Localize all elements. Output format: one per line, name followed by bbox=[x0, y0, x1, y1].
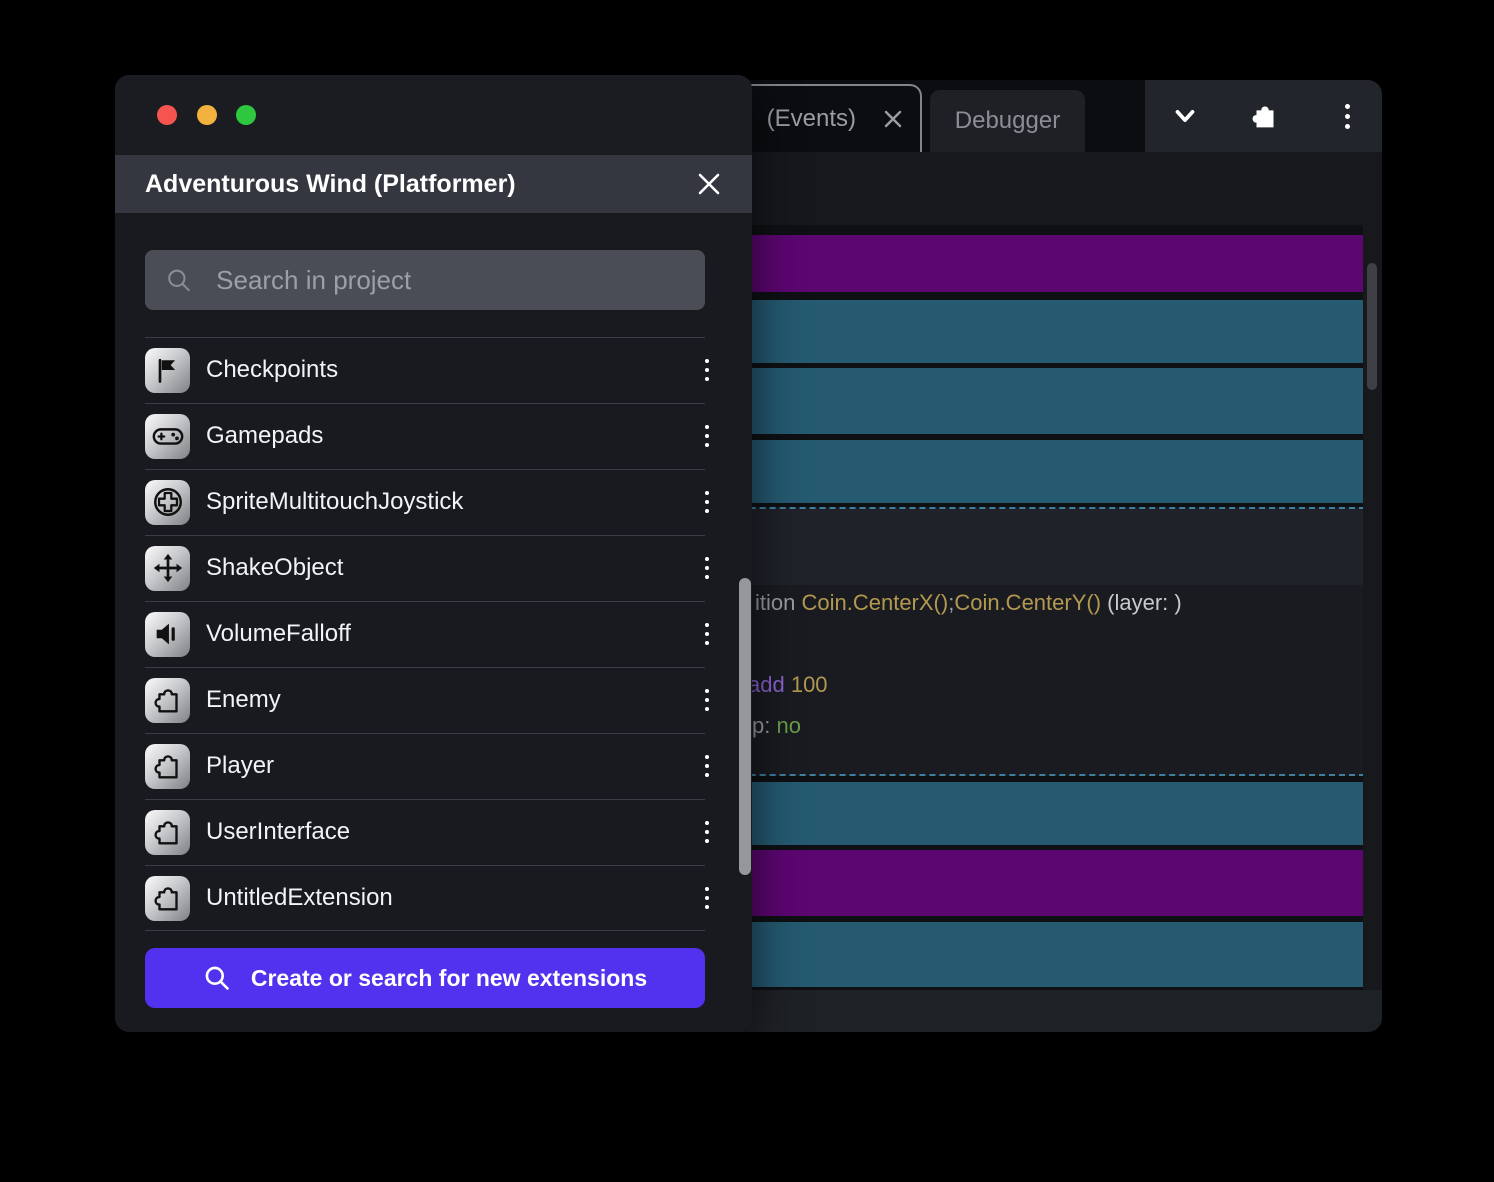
search-icon bbox=[168, 269, 190, 292]
list-item-label: SpriteMultitouchJoystick bbox=[206, 488, 464, 515]
cta-label: Create or search for new extensions bbox=[250, 964, 648, 991]
list-item-label: VolumeFalloff bbox=[206, 620, 351, 647]
window-menu-kebab-icon[interactable] bbox=[1327, 96, 1367, 136]
extensions-puzzle-icon[interactable] bbox=[1245, 96, 1285, 136]
scrollbar-thumb[interactable] bbox=[1367, 263, 1377, 390]
dialog-scrollbar-thumb[interactable] bbox=[739, 578, 751, 875]
extensions-dialog: Adventurous Wind (Platformer) Checkpoint… bbox=[115, 75, 752, 1032]
list-item-enemy[interactable]: Enemy bbox=[115, 667, 752, 733]
traffic-zoom-button[interactable] bbox=[236, 105, 256, 125]
list-item-label: Checkpoints bbox=[206, 356, 339, 383]
list-item-label: UserInterface bbox=[206, 818, 351, 845]
list-item-label: Gamepads bbox=[206, 422, 324, 449]
puzzle-icon bbox=[145, 809, 190, 855]
screen: (Events) Debugger ition Coin.CenterX();C… bbox=[0, 0, 1494, 1182]
item-menu-kebab-icon[interactable] bbox=[692, 557, 722, 579]
list-item-userinterface[interactable]: UserInterface bbox=[115, 799, 752, 865]
event-action-line: ition Coin.CenterX();Coin.CenterY() (lay… bbox=[755, 590, 1182, 615]
event-action-line: add 100 bbox=[748, 672, 828, 697]
item-menu-kebab-icon[interactable] bbox=[692, 887, 722, 909]
tab-close-icon[interactable] bbox=[882, 108, 904, 130]
list-item-gamepads[interactable]: Gamepads bbox=[115, 403, 752, 469]
puzzle-icon bbox=[145, 677, 190, 723]
item-menu-kebab-icon[interactable] bbox=[692, 491, 722, 513]
traffic-minimize-button[interactable] bbox=[197, 105, 217, 125]
gamepad-icon bbox=[145, 413, 190, 459]
search-input[interactable] bbox=[214, 263, 685, 297]
list-item-label: UntitledExtension bbox=[206, 884, 393, 911]
tab-debugger[interactable]: Debugger bbox=[930, 90, 1085, 152]
tab-debugger-label: Debugger bbox=[954, 107, 1061, 134]
project-search[interactable] bbox=[145, 250, 705, 310]
list-item-untitledextension[interactable]: UntitledExtension bbox=[115, 865, 752, 931]
window-controls-panel bbox=[1145, 80, 1382, 152]
list-item-spritemultitouchjoystick[interactable]: SpriteMultitouchJoystick bbox=[115, 469, 752, 535]
move-arrows-icon bbox=[145, 545, 190, 591]
item-menu-kebab-icon[interactable] bbox=[692, 425, 722, 447]
list-item-label: ShakeObject bbox=[206, 554, 344, 581]
tab-events-label: (Events) bbox=[766, 105, 856, 132]
event-action-line: p: no bbox=[752, 713, 801, 738]
speaker-icon bbox=[145, 611, 190, 657]
list-item-volumefalloff[interactable]: VolumeFalloff bbox=[115, 601, 752, 667]
list-item-label: Enemy bbox=[206, 686, 281, 713]
flag-icon bbox=[145, 347, 190, 393]
list-item-label: Player bbox=[206, 752, 275, 779]
item-menu-kebab-icon[interactable] bbox=[692, 359, 722, 381]
puzzle-icon bbox=[145, 875, 190, 921]
close-icon[interactable] bbox=[692, 167, 726, 201]
joystick-icon bbox=[145, 479, 190, 525]
traffic-close-button[interactable] bbox=[157, 105, 177, 125]
chevron-down-icon[interactable] bbox=[1165, 96, 1205, 136]
search-icon bbox=[205, 966, 229, 990]
item-menu-kebab-icon[interactable] bbox=[692, 755, 722, 777]
item-menu-kebab-icon[interactable] bbox=[692, 623, 722, 645]
extension-list: Checkpoints Gamepads SpriteMultitouchJoy… bbox=[115, 337, 752, 931]
item-menu-kebab-icon[interactable] bbox=[692, 821, 722, 843]
item-menu-kebab-icon[interactable] bbox=[692, 689, 722, 711]
dialog-header: Adventurous Wind (Platformer) bbox=[115, 155, 752, 213]
list-item-player[interactable]: Player bbox=[115, 733, 752, 799]
create-or-search-extensions-button[interactable]: Create or search for new extensions bbox=[145, 948, 705, 1008]
list-item-checkpoints[interactable]: Checkpoints bbox=[115, 337, 752, 403]
list-item-shakeobject[interactable]: ShakeObject bbox=[115, 535, 752, 601]
puzzle-icon bbox=[145, 743, 190, 789]
dialog-titlebar bbox=[115, 75, 752, 155]
dialog-title: Adventurous Wind (Platformer) bbox=[145, 169, 516, 198]
